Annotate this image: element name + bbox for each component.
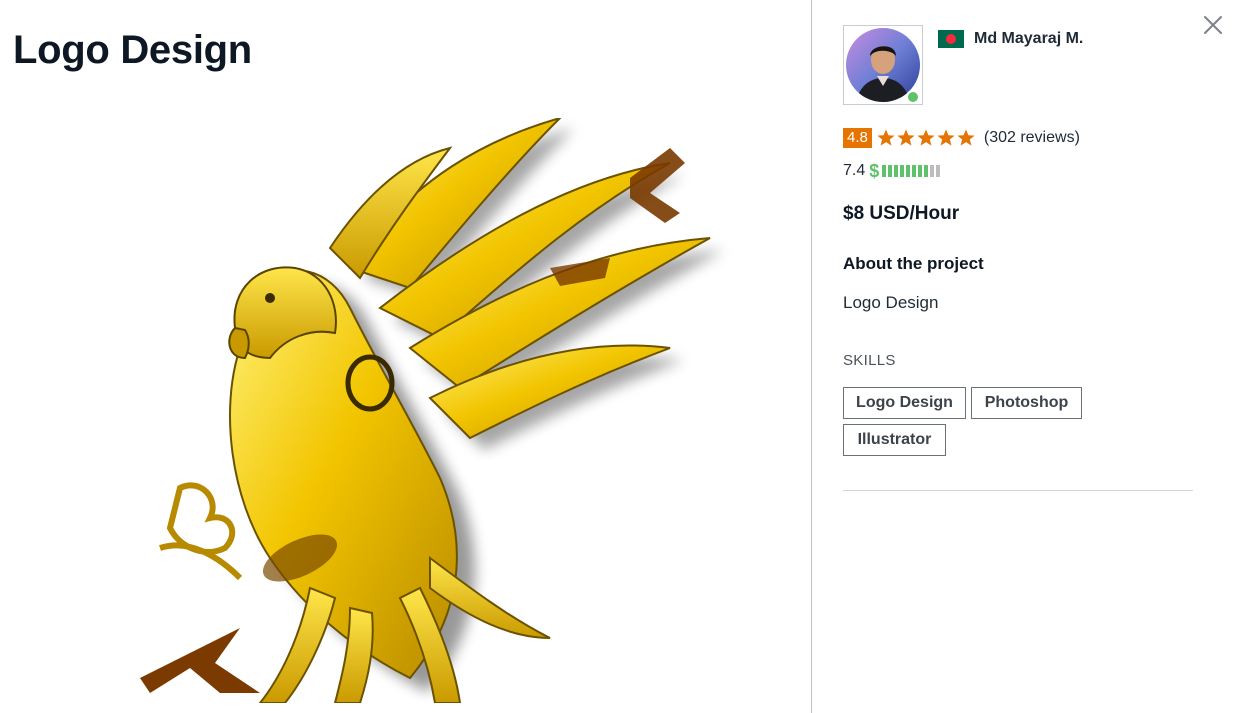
project-title: Logo Design: [13, 28, 252, 72]
earnings-bar: [936, 165, 941, 177]
bangladesh-flag-icon: [938, 30, 964, 48]
about-heading: About the project: [843, 254, 984, 273]
earnings-bar: [888, 165, 893, 177]
skills-heading: SKILLS: [843, 352, 896, 369]
close-icon[interactable]: [1200, 12, 1226, 38]
star-icon: [897, 129, 915, 146]
star-rating: [876, 128, 976, 148]
dollar-icon: $: [869, 160, 880, 181]
rating-badge: 4.8: [843, 128, 872, 148]
skill-tag-logo-design[interactable]: Logo Design: [843, 387, 966, 419]
skill-tag-illustrator[interactable]: Illustrator: [843, 424, 946, 456]
online-status-indicator: [906, 90, 920, 104]
reviews-count[interactable]: (302 reviews): [984, 129, 1080, 147]
skill-tag-photoshop[interactable]: Photoshop: [971, 387, 1082, 419]
section-divider: [843, 490, 1193, 491]
earnings-bar: [894, 165, 899, 177]
freelancer-name[interactable]: Md Mayaraj M.: [974, 30, 1083, 48]
earnings-bar: [906, 165, 911, 177]
hourly-rate: $8 USD/Hour: [843, 203, 960, 224]
earnings-bars: [882, 165, 942, 177]
earnings-bar: [930, 165, 935, 177]
earnings-bar: [912, 165, 917, 177]
portfolio-image: [140, 118, 724, 703]
about-text: Logo Design: [843, 293, 939, 312]
star-icon: [937, 129, 955, 146]
earnings-bar: [918, 165, 923, 177]
earnings-bar: [924, 165, 929, 177]
earnings-score: 7.4: [843, 162, 866, 179]
earnings-bar: [882, 165, 887, 177]
earnings-bar: [900, 165, 905, 177]
portfolio-viewer: Logo Design: [0, 0, 811, 713]
earnings-row: 7.4 $: [843, 160, 942, 182]
star-icon: [917, 129, 935, 146]
star-icon: [957, 129, 975, 146]
rating-row: 4.8 (302 reviews): [843, 127, 1080, 149]
star-icon: [877, 129, 895, 146]
